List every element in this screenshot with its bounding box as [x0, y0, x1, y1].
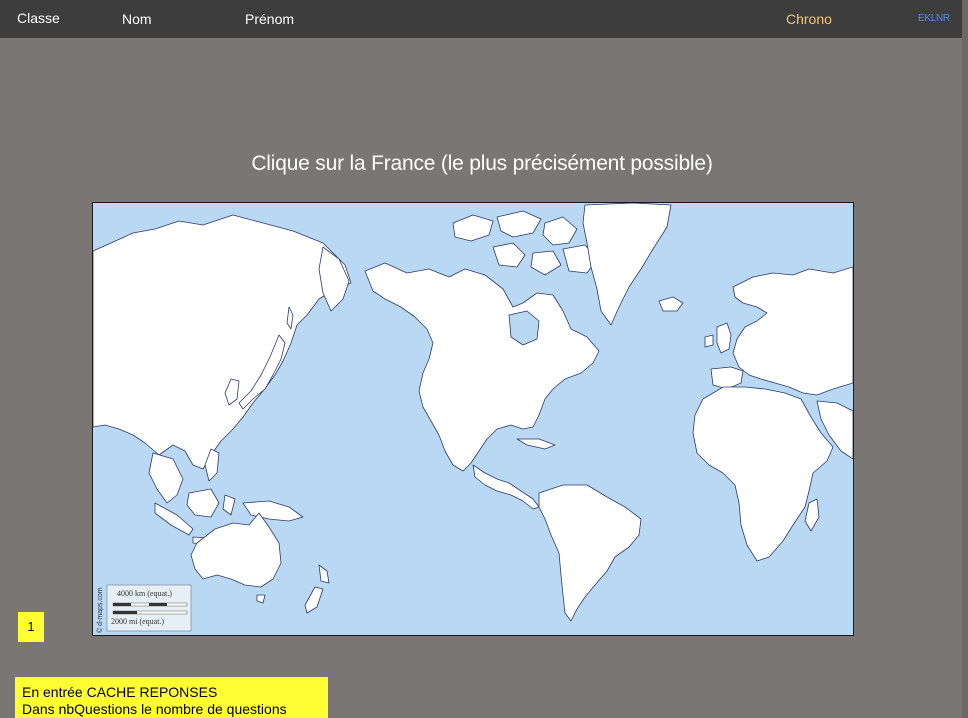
- landmass-australia: [190, 512, 282, 588]
- landmass-indochina: [148, 452, 184, 504]
- question-number: 1: [18, 612, 44, 642]
- landmass-arctic-islands: [452, 210, 598, 276]
- landmass-great-britain: [716, 322, 732, 354]
- note-line-2: Dans nbQuestions le nombre de questions: [22, 701, 287, 717]
- landmass-tasmania: [256, 594, 266, 604]
- landmass-sumatra: [154, 502, 194, 536]
- landmass-africa: [692, 386, 834, 562]
- map-credit: © d-maps.com: [97, 587, 104, 633]
- landmass-south-america: [538, 484, 642, 622]
- landmass-europe: [732, 266, 853, 396]
- top-bar: Classe Nom Prénom Chrono EKLNR: [0, 0, 962, 38]
- chrono-timer: Chrono: [786, 11, 832, 27]
- landmass-kamchatka: [318, 246, 350, 312]
- landmass-cuba: [516, 438, 556, 450]
- note-line-1: En entrée CACHE REPONSES: [22, 684, 218, 700]
- landmass-iceland: [658, 296, 684, 312]
- world-map[interactable]: © d-maps.com 4000 km (equat.) 2000 mi (e…: [92, 202, 854, 636]
- instructions-note: En entrée CACHE REPONSES Dans nbQuestion…: [15, 677, 328, 718]
- session-code[interactable]: EKLNR: [918, 13, 950, 24]
- landmass-new-zealand: [304, 564, 330, 614]
- landmass-central-america: [472, 464, 540, 510]
- right-edge-strip: [962, 0, 968, 718]
- landmass-north-america: [364, 262, 600, 472]
- classe-field[interactable]: Classe: [17, 10, 60, 26]
- landmass-new-guinea: [242, 500, 304, 522]
- nom-field[interactable]: Nom: [122, 11, 152, 27]
- question-prompt: Clique sur la France (le plus précisémen…: [251, 152, 713, 175]
- landmass-ireland: [704, 334, 714, 348]
- landmass-madagascar: [804, 498, 820, 532]
- landmass-greenland: [582, 203, 672, 326]
- scale-mi-label: 2000 mi (equat.): [111, 617, 165, 626]
- landmass-asia: [93, 214, 352, 470]
- scale-km-label: 4000 km (equat.): [117, 589, 172, 598]
- prenom-field[interactable]: Prénom: [245, 11, 294, 27]
- landmass-borneo: [186, 488, 220, 518]
- landmass-sulawesi: [222, 494, 236, 516]
- landmass-iberia: [710, 366, 744, 390]
